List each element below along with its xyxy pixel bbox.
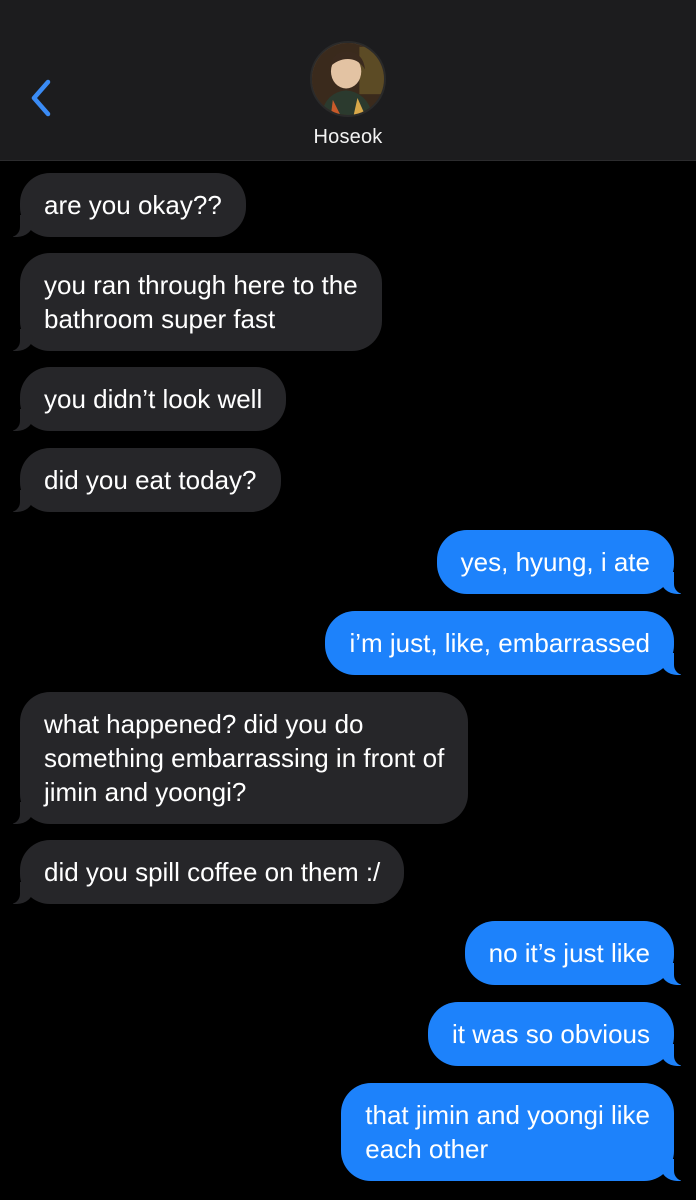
message-thread: are you okay?? you ran through here to t… <box>0 161 696 1200</box>
outgoing-message[interactable]: yes, hyung, i ate <box>436 530 689 594</box>
messages-app: Hoseok are you okay?? you ran through he… <box>0 0 696 1200</box>
incoming-message[interactable]: you didn’t look well <box>5 367 287 431</box>
outgoing-message[interactable]: it was so obvious <box>428 1002 688 1066</box>
contact-avatar[interactable] <box>310 41 386 117</box>
contact-name[interactable]: Hoseok <box>0 126 696 149</box>
incoming-message[interactable]: you ran through here to the bathroom sup… <box>6 253 382 351</box>
back-button[interactable] <box>24 78 60 118</box>
conversation-header: Hoseok <box>0 0 696 161</box>
incoming-message[interactable]: did you spill coffee on them :/ <box>5 840 405 904</box>
outgoing-message[interactable]: that jimin and yoongi like each other <box>341 1083 688 1181</box>
chevron-left-icon <box>31 79 51 117</box>
outgoing-message[interactable]: no it’s just like <box>464 921 689 985</box>
incoming-message[interactable]: did you eat today? <box>6 448 281 512</box>
outgoing-message[interactable]: i’m just, like, embarrassed <box>325 611 688 675</box>
incoming-message[interactable]: are you okay?? <box>6 173 246 237</box>
avatar-photo <box>312 43 384 115</box>
incoming-message[interactable]: what happened? did you do something emba… <box>5 692 469 824</box>
